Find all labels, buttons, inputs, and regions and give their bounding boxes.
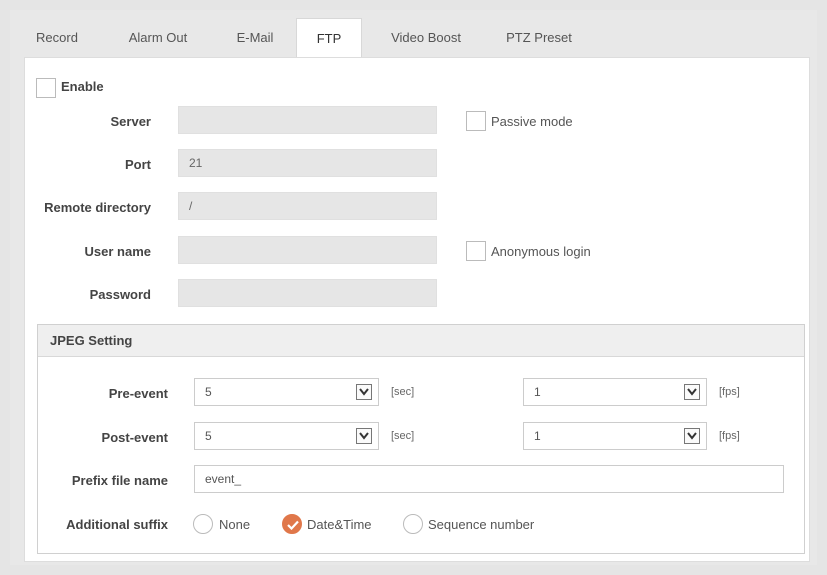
- pre-event-sec-value: 5: [205, 385, 212, 399]
- password-input[interactable]: [178, 279, 437, 307]
- suffix-none-label: None: [219, 517, 251, 532]
- pre-event-sec-unit: [sec]: [391, 386, 415, 398]
- pre-event-fps-value: 1: [534, 385, 541, 399]
- anonymous-login-label: Anonymous login: [491, 244, 591, 259]
- pre-event-label: Pre-event: [108, 386, 168, 401]
- post-event-fps-select[interactable]: 1: [523, 422, 707, 450]
- post-event-sec-unit: [sec]: [391, 430, 415, 442]
- suffix-sequence-radio[interactable]: [403, 514, 423, 534]
- post-event-label: Post-event: [101, 430, 168, 445]
- jpeg-setting-title: JPEG Setting: [38, 325, 804, 357]
- enable-checkbox[interactable]: [36, 78, 56, 98]
- post-event-fps-unit: [fps]: [719, 430, 740, 442]
- anonymous-login-checkbox[interactable]: [466, 241, 486, 261]
- passive-mode-checkbox[interactable]: [466, 111, 486, 131]
- tab-bar: Record Alarm Out E-Mail FTP Video Boost …: [10, 10, 817, 58]
- port-label: Port: [125, 157, 151, 172]
- ftp-settings-window: Record Alarm Out E-Mail FTP Video Boost …: [10, 10, 817, 565]
- suffix-datetime-radio[interactable]: [282, 514, 302, 534]
- user-name-label: User name: [84, 244, 151, 259]
- server-input[interactable]: [178, 106, 437, 134]
- tab-email[interactable]: E-Mail: [220, 18, 290, 57]
- server-label: Server: [110, 114, 151, 129]
- tab-alarm-out[interactable]: Alarm Out: [114, 18, 202, 57]
- tab-ptz-preset[interactable]: PTZ Preset: [490, 18, 588, 57]
- post-event-sec-select[interactable]: 5: [194, 422, 379, 450]
- user-name-input[interactable]: [178, 236, 437, 264]
- remote-directory-input[interactable]: /: [178, 192, 437, 220]
- remote-directory-label: Remote directory: [44, 200, 151, 215]
- passive-mode-label: Passive mode: [491, 114, 573, 129]
- password-label: Password: [89, 287, 151, 302]
- chevron-down-icon[interactable]: [684, 384, 700, 400]
- additional-suffix-label: Additional suffix: [66, 517, 168, 532]
- chevron-down-icon[interactable]: [684, 428, 700, 444]
- prefix-file-name-input[interactable]: event_: [194, 465, 784, 493]
- jpeg-setting-group: JPEG Setting Pre-event 5 [sec] 1 [fps] P…: [37, 324, 805, 554]
- ftp-panel: Enable Server Passive mode Port 21 Remot…: [24, 57, 810, 562]
- suffix-datetime-label: Date&Time: [307, 517, 372, 532]
- port-input[interactable]: 21: [178, 149, 437, 177]
- tab-record[interactable]: Record: [24, 18, 90, 57]
- post-event-sec-value: 5: [205, 429, 212, 443]
- tab-ftp[interactable]: FTP: [296, 18, 362, 58]
- chevron-down-icon[interactable]: [356, 384, 372, 400]
- pre-event-fps-unit: [fps]: [719, 386, 740, 398]
- enable-label: Enable: [61, 79, 104, 94]
- pre-event-fps-select[interactable]: 1: [523, 378, 707, 406]
- suffix-sequence-label: Sequence number: [428, 517, 535, 532]
- pre-event-sec-select[interactable]: 5: [194, 378, 379, 406]
- check-icon: [287, 520, 299, 530]
- post-event-fps-value: 1: [534, 429, 541, 443]
- suffix-none-radio[interactable]: [193, 514, 213, 534]
- tab-video-boost[interactable]: Video Boost: [378, 18, 474, 57]
- prefix-file-name-label: Prefix file name: [71, 473, 168, 488]
- chevron-down-icon[interactable]: [356, 428, 372, 444]
